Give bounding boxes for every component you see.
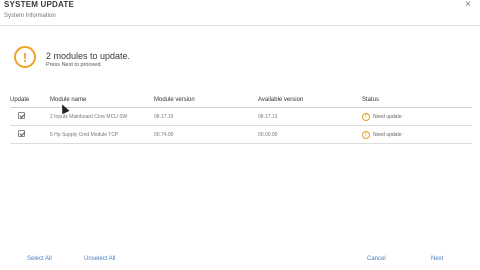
table-header-row: Update Module name Module version Availa… [10,94,472,108]
status-cell: ! Need update [362,107,472,126]
status-cell: ! Need update [362,125,472,144]
update-checkbox[interactable] [18,112,25,119]
table-row: 5 Hp Supply Cmd Module TCP 00.74.00 00.0… [10,125,472,144]
available-version-cell: 08.17.13 [258,107,362,126]
modules-table: Update Module name Module version Availa… [10,94,472,144]
available-version-cell: 00.00.00 [258,125,362,144]
select-all-button[interactable]: Select All [27,256,52,262]
warning-circle-icon: ! [14,46,36,68]
header-divider [0,25,480,26]
column-header-available-version: Available version [258,94,362,108]
module-version-cell: 00.74.00 [154,125,258,144]
warning-icon: ! [362,112,370,121]
unselect-all-button[interactable]: Unselect All [84,256,115,262]
notice-title: 2 modules to update. [46,51,131,61]
module-name-cell: 5 Hp Supply Cmd Module TCP [50,125,154,144]
next-button[interactable]: Next [431,256,443,262]
status-text: Need update [373,113,402,120]
cancel-button[interactable]: Cancel [367,256,386,262]
column-header-update: Update [10,94,50,108]
status-text: Need update [373,131,402,138]
update-checkbox[interactable] [18,130,25,137]
table-row: 2 Inputs Mainboard Core MCU SW 08.17.10 … [10,107,472,126]
dialog-title: SYSTEM UPDATE [4,0,75,9]
column-header-status: Status [362,94,472,108]
warning-icon: ! [362,130,370,139]
notice-subtitle: Press Next to proceed. [46,62,102,68]
dialog-subtitle: System Information [4,13,56,19]
close-icon[interactable]: × [462,0,474,10]
column-header-module-version: Module version [154,94,258,108]
module-version-cell: 08.17.10 [154,107,258,126]
